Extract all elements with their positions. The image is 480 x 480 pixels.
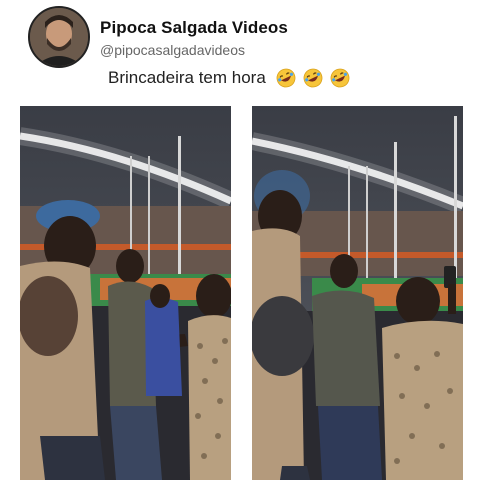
video-frame-left[interactable] xyxy=(20,106,231,480)
post-header: Pipoca Salgada Videos @pipocasalgadavide… xyxy=(28,6,468,70)
rolling-on-floor-laughing-icon xyxy=(303,68,323,88)
post-caption: Brincadeira tem hora xyxy=(108,68,350,88)
stadium-scene-image xyxy=(20,106,231,480)
caption-text: Brincadeira tem hora xyxy=(108,68,266,87)
rolling-on-floor-laughing-icon xyxy=(276,68,296,88)
avatar[interactable] xyxy=(28,6,90,68)
caption-emojis xyxy=(276,68,350,88)
author-handle[interactable]: @pipocasalgadavideos xyxy=(100,42,245,58)
video-frame-right[interactable] xyxy=(252,106,463,480)
author-name[interactable]: Pipoca Salgada Videos xyxy=(100,18,288,38)
rolling-on-floor-laughing-icon xyxy=(330,68,350,88)
stadium-scene-image xyxy=(252,106,463,480)
